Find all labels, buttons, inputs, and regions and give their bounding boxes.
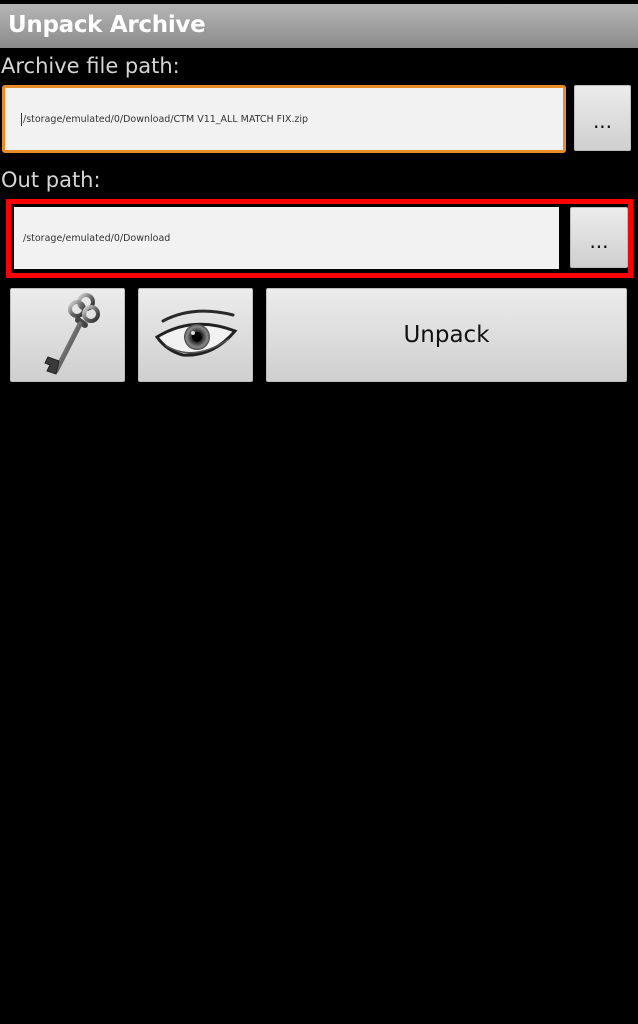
unpack-archive-screen: Unpack Archive Archive file path: /stora… — [0, 0, 638, 1024]
browse-archive-button[interactable]: ... — [574, 85, 631, 151]
browse-out-label: ... — [589, 228, 609, 253]
browse-out-button[interactable]: ... — [570, 207, 628, 268]
unpack-button-label: Unpack — [403, 322, 490, 348]
text-cursor — [21, 112, 22, 126]
title-bar: Unpack Archive — [0, 4, 638, 48]
archive-path-label: Archive file path: — [1, 54, 180, 78]
archive-path-input[interactable]: /storage/emulated/0/Download/CTM V11_ALL… — [2, 85, 566, 153]
unpack-button[interactable]: Unpack — [266, 288, 627, 382]
eye-icon — [154, 309, 238, 357]
browse-archive-label: ... — [592, 109, 613, 133]
key-icon — [43, 293, 100, 375]
preview-button[interactable] — [138, 288, 253, 382]
archive-path-value: /storage/emulated/0/Download/CTM V11_ALL… — [23, 113, 309, 125]
out-path-value: /storage/emulated/0/Download — [23, 232, 171, 244]
password-button[interactable] — [10, 288, 125, 382]
out-path-label: Out path: — [1, 168, 101, 192]
window-title: Unpack Archive — [8, 12, 206, 38]
out-path-input[interactable]: /storage/emulated/0/Download — [14, 207, 559, 269]
